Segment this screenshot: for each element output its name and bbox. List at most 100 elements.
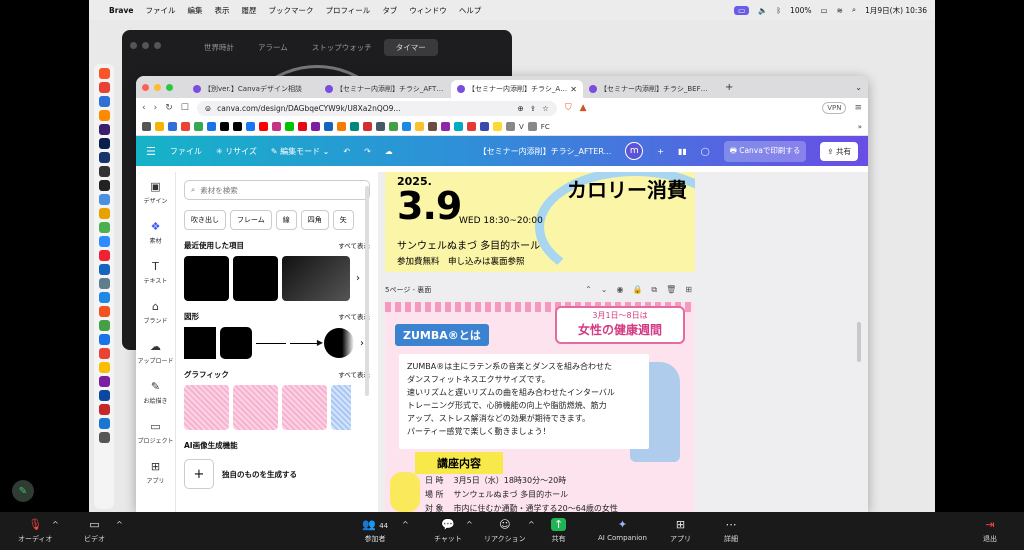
menu-help[interactable]: ヘルプ	[459, 5, 482, 16]
print-button[interactable]: 🖶 Canvaで印刷する	[723, 140, 807, 162]
volume-icon[interactable]: 🔈	[758, 6, 767, 15]
bookmark-icon[interactable]	[194, 122, 203, 131]
rail-upload[interactable]: ☁ アップロード	[136, 332, 175, 372]
tab-alarm[interactable]: アラーム	[246, 39, 300, 56]
close-window-icon[interactable]	[142, 83, 149, 91]
comment-icon[interactable]: ◯	[701, 147, 710, 156]
bookmark-icon[interactable]	[233, 122, 242, 131]
share-icon[interactable]: ⇪	[530, 104, 536, 113]
menu-history[interactable]: 履歴	[241, 5, 256, 16]
bookmark-icon[interactable]	[298, 122, 307, 131]
rail-design[interactable]: ▣ デザイン	[136, 172, 175, 212]
bookmark-icon[interactable]	[272, 122, 281, 131]
dock-app-icon[interactable]	[98, 166, 110, 177]
dock-app-icon[interactable]	[98, 432, 110, 443]
dock-app-icon[interactable]	[98, 82, 110, 93]
chip[interactable]: 矢	[332, 210, 354, 230]
dock-app-icon[interactable]	[98, 334, 110, 345]
dock-app-icon[interactable]	[98, 68, 110, 79]
new-tab-icon[interactable]: +	[725, 82, 733, 93]
apps-button[interactable]: ⊞ アプリ	[670, 518, 691, 544]
bookmark-icon[interactable]	[493, 122, 502, 131]
dock-app-icon[interactable]	[98, 264, 110, 275]
generate-row[interactable]: + 独自のものを生成する	[184, 459, 370, 489]
dock-app-icon[interactable]	[98, 124, 110, 135]
chip[interactable]: 四角	[300, 210, 329, 230]
chat-button[interactable]: 💬 チャット	[434, 518, 462, 544]
chat-options-icon[interactable]: ^	[466, 520, 473, 529]
battery-icon[interactable]: ▭	[821, 6, 828, 15]
bookmark-icon[interactable]	[246, 122, 255, 131]
bookmark-icon[interactable]	[480, 122, 489, 131]
menu-edit[interactable]: 編集	[187, 5, 202, 16]
share-button[interactable]: ⇪ 共有	[820, 141, 858, 161]
ai-companion-button[interactable]: ✦ AI Companion	[598, 518, 647, 542]
dock-app-icon[interactable]	[98, 390, 110, 401]
chevron-right-icon[interactable]: ›	[360, 338, 364, 349]
bookmark-icon[interactable]	[415, 122, 424, 131]
search-icon[interactable]: ⌕	[852, 5, 856, 15]
more-bookmarks-icon[interactable]: »	[858, 123, 862, 131]
rail-apps[interactable]: ⊞ アプリ	[136, 452, 175, 492]
reload-icon[interactable]: ↻	[165, 103, 173, 113]
rail-projects[interactable]: ▭ プロジェクト	[136, 412, 175, 452]
brave-shield-icon[interactable]: ⛉	[565, 103, 572, 113]
datetime[interactable]: 1月9日(木) 10:36	[865, 5, 927, 16]
chip[interactable]: 吹き出し	[184, 210, 226, 230]
bluetooth-icon[interactable]: ᛒ	[777, 6, 782, 15]
dock-app-icon[interactable]	[98, 110, 110, 121]
screen-share-icon[interactable]: ▭	[734, 5, 750, 15]
file-menu[interactable]: ファイル	[170, 146, 202, 157]
leave-button[interactable]: ⇥ 退出	[983, 518, 997, 544]
bookmark-icon[interactable]	[259, 122, 268, 131]
more-button[interactable]: ⋯ 詳細	[724, 518, 738, 544]
bookmark-icon[interactable]	[155, 122, 164, 131]
undo-icon[interactable]: ↶	[343, 147, 350, 156]
edit-mode-button[interactable]: ✎ 編集モード ⌄	[271, 146, 330, 157]
thumbnail[interactable]	[233, 256, 278, 301]
redo-icon[interactable]: ↷	[364, 147, 371, 156]
brave-rewards-icon[interactable]: ▲	[580, 103, 587, 113]
bookmark-folder[interactable]: FC	[541, 123, 550, 131]
chevron-down-icon[interactable]: ⌄	[855, 83, 862, 92]
bookmark-icon[interactable]	[376, 122, 385, 131]
menu-icon[interactable]: ≡	[854, 103, 862, 113]
back-icon[interactable]: ‹	[142, 103, 146, 113]
dock-app-icon[interactable]	[98, 418, 110, 429]
menu-profile[interactable]: プロフィール	[325, 5, 370, 16]
chip[interactable]: 線	[275, 210, 297, 230]
minimize-window-icon[interactable]	[154, 83, 161, 91]
bookmark-icon[interactable]	[311, 122, 320, 131]
tab-stopwatch[interactable]: ストップウォッチ	[300, 39, 384, 56]
analytics-icon[interactable]: ▮▮	[678, 147, 687, 156]
chevron-right-icon[interactable]: ›	[356, 273, 360, 284]
lock-icon[interactable]: 🔒	[632, 285, 642, 295]
rail-brand[interactable]: ⌂ ブランド	[136, 292, 175, 332]
browser-tab[interactable]: 【セミナー内添削】チラシ_AFTER	[319, 80, 451, 98]
rail-elements[interactable]: ❖ 素材	[136, 212, 175, 252]
rail-draw[interactable]: ✎ お絵描き	[136, 372, 175, 412]
bookmark-icon[interactable]	[402, 122, 411, 131]
url-text[interactable]: canva.com/design/DAGbqeCYW9k/U8Xa2nQO9..…	[217, 104, 511, 113]
thumbnail[interactable]	[282, 256, 350, 301]
audio-options-icon[interactable]: ^	[52, 520, 59, 529]
folder-icon[interactable]	[527, 122, 537, 131]
reaction-options-icon[interactable]: ^	[528, 520, 535, 529]
video-button[interactable]: ▭ ビデオ	[84, 518, 105, 544]
reaction-button[interactable]: ☺ リアクション	[484, 518, 526, 544]
address-bar[interactable]: ⊜ canva.com/design/DAGbqeCYW9k/U8Xa2nQO9…	[196, 100, 557, 116]
hamburger-icon[interactable]: ☰	[146, 145, 156, 158]
search-input[interactable]: ⌕ 素材を検索	[184, 180, 370, 200]
thumbnail[interactable]	[184, 256, 229, 301]
move-up-icon[interactable]: ⌃	[585, 285, 592, 295]
bookmark-icon[interactable]	[350, 122, 359, 131]
bookmark-folder[interactable]: V	[519, 123, 524, 131]
audio-button[interactable]: 🎙 オーディオ	[18, 518, 53, 544]
dock-app-icon[interactable]	[98, 180, 110, 191]
line-shape[interactable]	[256, 342, 286, 344]
menu-file[interactable]: ファイル	[145, 5, 175, 16]
folder-icon[interactable]	[506, 122, 515, 131]
bookmark-icon[interactable]	[207, 122, 216, 131]
browser-tab-active[interactable]: 【セミナー内添削】チラシ_AFTER ✕	[451, 80, 583, 98]
bookmark-icon[interactable]: ☐	[181, 103, 189, 113]
